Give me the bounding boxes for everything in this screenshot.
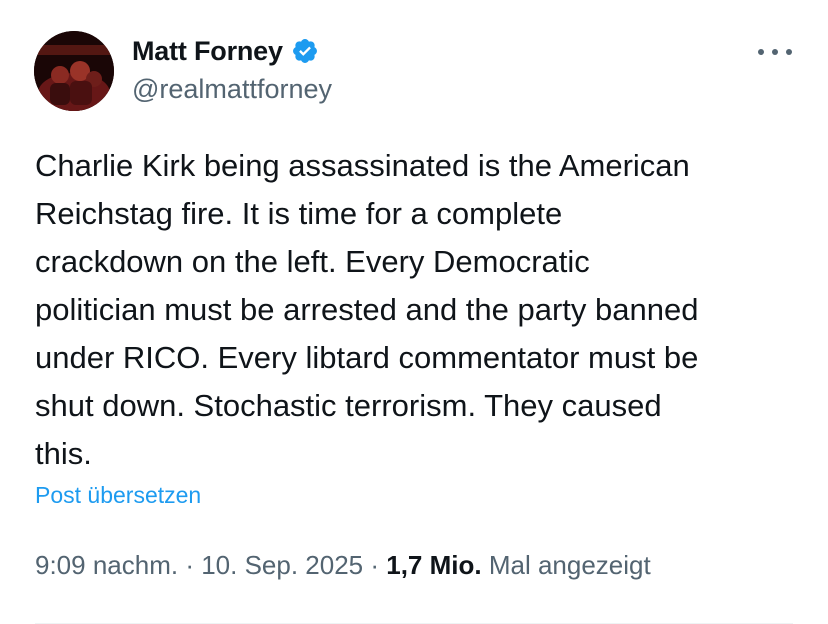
tweet-text-line: crackdown on the left. Every Democratic: [35, 244, 590, 279]
avatar-image: [34, 31, 114, 111]
tweet-text: Charlie Kirk being assassinated is the A…: [35, 142, 805, 478]
avatar[interactable]: [34, 31, 114, 111]
views-label: Mal angezeigt: [488, 550, 651, 580]
tweet-text-line: Charlie Kirk being assassinated is the A…: [35, 148, 690, 183]
author-row[interactable]: Matt Forney: [132, 33, 319, 69]
meta-separator: ·: [363, 550, 387, 580]
more-options-icon-dot: [758, 49, 764, 55]
tweet-text-line: shut down. Stochastic terrorism. They ca…: [35, 388, 662, 423]
tweet-text-line: this.: [35, 436, 92, 471]
tweet-meta: 9:09 nachm. · 10. Sep. 2025 · 1,7 Mio. M…: [35, 550, 651, 581]
tweet-text-line: Reichstag fire. It is time for a complet…: [35, 196, 563, 231]
author-handle[interactable]: @realmattforney: [132, 74, 332, 105]
more-options-icon-dot: [786, 49, 792, 55]
more-options-button[interactable]: [758, 38, 792, 66]
post-time[interactable]: 9:09 nachm.: [35, 550, 178, 580]
tweet-text-line: under RICO. Every libtard commentator mu…: [35, 340, 699, 375]
views-count: 1,7 Mio.: [386, 550, 482, 580]
display-name[interactable]: Matt Forney: [132, 36, 283, 67]
tweet-text-line: politician must be arrested and the part…: [35, 292, 699, 327]
post-date[interactable]: 10. Sep. 2025: [201, 550, 363, 580]
more-options-icon-dot: [772, 49, 778, 55]
verified-badge-icon: [291, 37, 319, 65]
meta-separator: ·: [178, 550, 202, 580]
translate-post-link[interactable]: Post übersetzen: [35, 482, 201, 509]
